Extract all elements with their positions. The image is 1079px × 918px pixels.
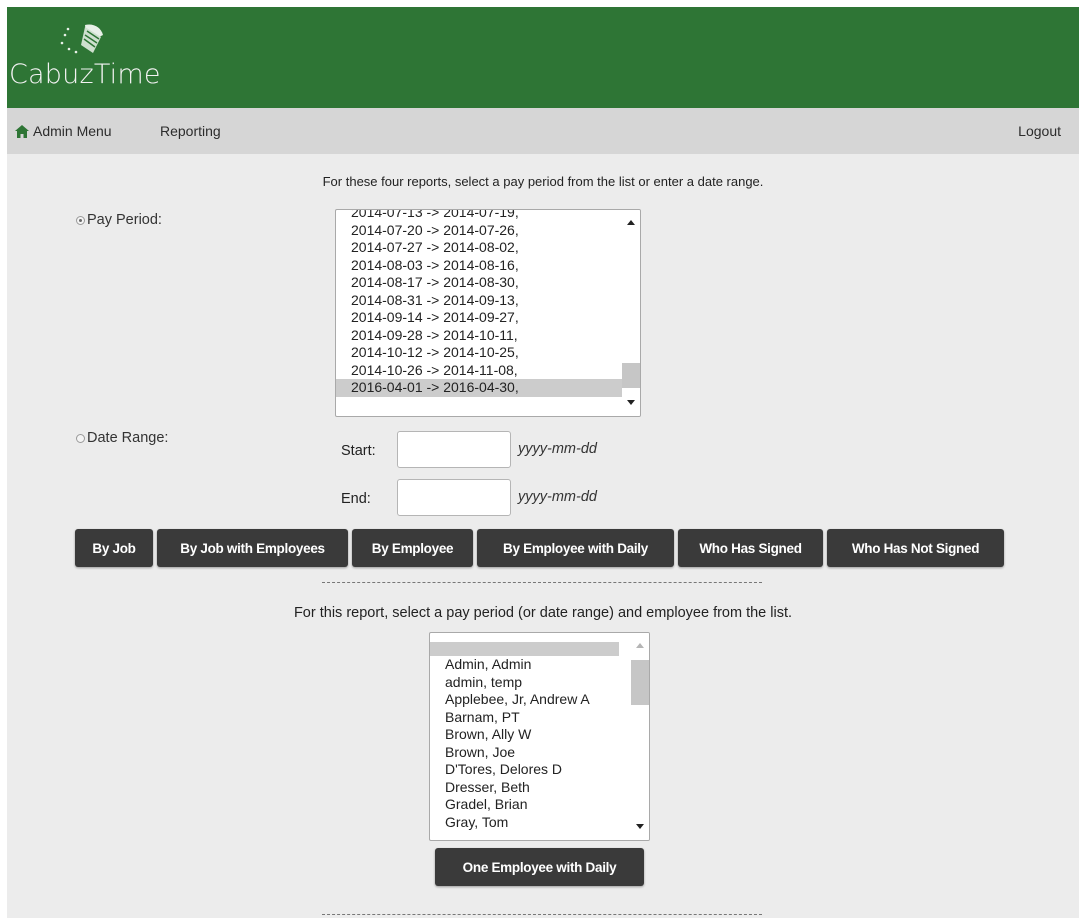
scroll-thumb[interactable] bbox=[631, 660, 649, 705]
employee-option-item[interactable]: Brown, Joe bbox=[430, 744, 631, 762]
pay-period-options: 2014-07-13 -> 2014-07-19, 2014-07-20 -> 2… bbox=[336, 210, 622, 397]
employee-option-item[interactable]: D'Tores, Delores D bbox=[430, 761, 631, 779]
pay-period-option-item[interactable]: 2014-10-12 -> 2014-10-25, bbox=[336, 344, 622, 362]
section-divider bbox=[322, 582, 762, 583]
date-range-radio[interactable] bbox=[76, 433, 85, 443]
employee-scrollbar[interactable] bbox=[631, 633, 649, 840]
by-employee-button[interactable]: By Employee bbox=[352, 529, 473, 567]
pay-period-option-item[interactable]: 2014-09-28 -> 2014-10-11, bbox=[336, 327, 622, 345]
employee-option-item[interactable]: Gray, Tom bbox=[430, 814, 631, 832]
logout-link[interactable]: Logout bbox=[1018, 123, 1061, 139]
admin-menu-label: Admin Menu bbox=[33, 123, 112, 139]
top-nav: Admin Menu Reporting Logout bbox=[7, 108, 1079, 154]
scroll-down-arrow-icon[interactable] bbox=[636, 824, 644, 829]
start-label: Start: bbox=[341, 443, 376, 459]
pay-period-option-item[interactable]: 2016-04-01 -> 2016-04-30, bbox=[336, 379, 622, 397]
scroll-thumb[interactable] bbox=[622, 363, 640, 388]
start-date-input[interactable] bbox=[397, 431, 511, 468]
pay-period-scrollbar[interactable] bbox=[622, 210, 640, 416]
pay-period-option-item[interactable]: 2014-07-20 -> 2014-07-26, bbox=[336, 222, 622, 240]
by-employee-with-daily-button[interactable]: By Employee with Daily bbox=[477, 529, 674, 567]
by-job-button[interactable]: By Job bbox=[75, 529, 153, 567]
home-icon bbox=[15, 124, 29, 138]
employee-option-item[interactable]: Applebee, Jr, Andrew A bbox=[430, 691, 631, 709]
pay-period-option-item[interactable]: 2014-07-27 -> 2014-08-02, bbox=[336, 239, 622, 257]
section1-intro: For these four reports, select a pay per… bbox=[322, 174, 764, 189]
employee-option-item[interactable]: admin, temp bbox=[430, 674, 631, 692]
pay-period-option-item[interactable]: 2014-09-14 -> 2014-09-27, bbox=[336, 309, 622, 327]
section2-intro: For this report, select a pay period (or… bbox=[293, 605, 793, 621]
employee-option-item[interactable] bbox=[430, 642, 619, 656]
app-logo-text: CabuzTime bbox=[9, 59, 161, 90]
pay-period-option-item[interactable]: 2014-07-13 -> 2014-07-19, bbox=[336, 210, 622, 222]
end-date-hint: yyyy-mm-dd bbox=[518, 489, 597, 505]
scroll-up-arrow-icon[interactable] bbox=[627, 220, 635, 225]
scroll-up-arrow-icon[interactable] bbox=[636, 643, 644, 648]
pay-period-option-item[interactable]: 2014-08-03 -> 2014-08-16, bbox=[336, 257, 622, 275]
pay-period-option-item[interactable]: 2014-10-26 -> 2014-11-08, bbox=[336, 362, 622, 380]
who-has-signed-button[interactable]: Who Has Signed bbox=[678, 529, 823, 567]
employee-option-item[interactable]: Gradel, Brian bbox=[430, 796, 631, 814]
section-divider bbox=[322, 914, 762, 915]
by-job-with-employees-button[interactable]: By Job with Employees bbox=[157, 529, 348, 567]
one-employee-with-daily-button[interactable]: One Employee with Daily bbox=[435, 848, 644, 886]
end-date-input[interactable] bbox=[397, 479, 511, 516]
admin-menu-link[interactable]: Admin Menu bbox=[15, 123, 112, 139]
date-range-option[interactable]: Date Range: bbox=[76, 430, 168, 446]
employee-options: Admin, Admin admin, temp Applebee, Jr, And… bbox=[430, 642, 631, 831]
employee-option-item[interactable]: Brown, Ally W bbox=[430, 726, 631, 744]
pay-period-radio[interactable] bbox=[76, 215, 85, 225]
employee-listbox[interactable]: Admin, Admin admin, temp Applebee, Jr, And… bbox=[429, 632, 650, 841]
pay-period-option[interactable]: Pay Period: bbox=[76, 212, 162, 228]
pay-period-option-item[interactable]: 2014-08-17 -> 2014-08-30, bbox=[336, 274, 622, 292]
pay-period-option-item[interactable]: 2014-08-31 -> 2014-09-13, bbox=[336, 292, 622, 310]
reporting-link[interactable]: Reporting bbox=[160, 123, 221, 139]
employee-option-item[interactable]: Admin, Admin bbox=[430, 656, 631, 674]
end-label: End: bbox=[341, 491, 371, 507]
employee-option-item[interactable]: Barnam, PT bbox=[430, 709, 631, 727]
date-range-label: Date Range: bbox=[87, 430, 169, 446]
app-header: CabuzTime bbox=[7, 7, 1079, 108]
pay-period-listbox[interactable]: 2014-07-13 -> 2014-07-19, 2014-07-20 -> 2… bbox=[335, 209, 641, 417]
pay-period-label: Pay Period: bbox=[87, 212, 162, 228]
start-date-hint: yyyy-mm-dd bbox=[518, 441, 597, 457]
employee-option-item[interactable]: Dresser, Beth bbox=[430, 779, 631, 797]
page: CabuzTime Admin Menu Reporting Logout Fo… bbox=[7, 7, 1079, 918]
who-has-not-signed-button[interactable]: Who Has Not Signed bbox=[827, 529, 1004, 567]
scroll-down-arrow-icon[interactable] bbox=[627, 400, 635, 405]
